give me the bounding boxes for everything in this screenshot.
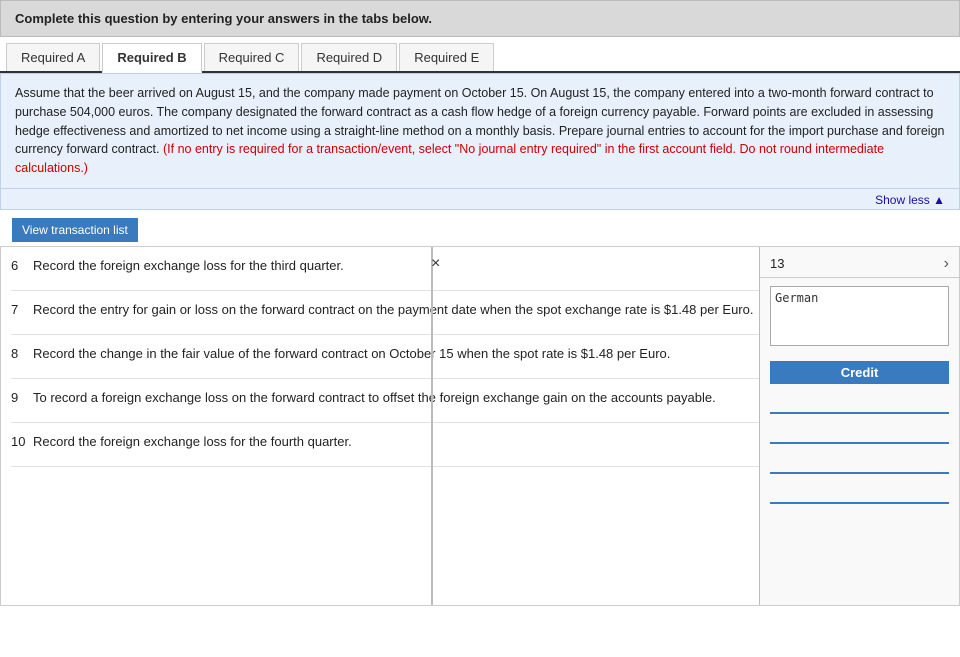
top-banner: Complete this question by entering your …: [0, 0, 960, 37]
panel-text-input[interactable]: [770, 286, 949, 346]
view-transaction-button[interactable]: View transaction list: [12, 218, 138, 242]
credit-input-4[interactable]: [770, 482, 949, 504]
tab-required-b[interactable]: Required B: [102, 43, 201, 73]
credit-input-2[interactable]: [770, 422, 949, 444]
show-less-link[interactable]: Show less ▲: [0, 189, 960, 210]
chevron-right-icon[interactable]: ›: [944, 255, 949, 273]
tab-required-a[interactable]: Required A: [6, 43, 100, 71]
row-number-7: 7: [11, 301, 33, 317]
panel-header: 13 ›: [760, 247, 959, 278]
row-number-8: 8: [11, 345, 33, 361]
credit-label: Credit: [770, 361, 949, 384]
question-text-block: Assume that the beer arrived on August 1…: [0, 73, 960, 189]
panel-number: 13: [770, 256, 784, 271]
banner-text: Complete this question by entering your …: [0, 0, 960, 37]
tabs-bar: Required A Required B Required C Require…: [0, 43, 960, 73]
main-content-area: × 6 Record the foreign exchange loss for…: [0, 246, 960, 606]
tab-required-e[interactable]: Required E: [399, 43, 494, 71]
right-panel: 13 › Credit: [759, 247, 959, 605]
vertical-divider: [431, 247, 433, 605]
row-number-6: 6: [11, 257, 33, 273]
close-button[interactable]: ×: [431, 255, 440, 273]
credit-input-1[interactable]: [770, 392, 949, 414]
panel-body: Credit: [760, 278, 959, 605]
credit-input-3[interactable]: [770, 452, 949, 474]
row-number-10: 10: [11, 433, 33, 449]
tab-required-d[interactable]: Required D: [301, 43, 397, 71]
tab-required-c[interactable]: Required C: [204, 43, 300, 71]
row-number-9: 9: [11, 389, 33, 405]
